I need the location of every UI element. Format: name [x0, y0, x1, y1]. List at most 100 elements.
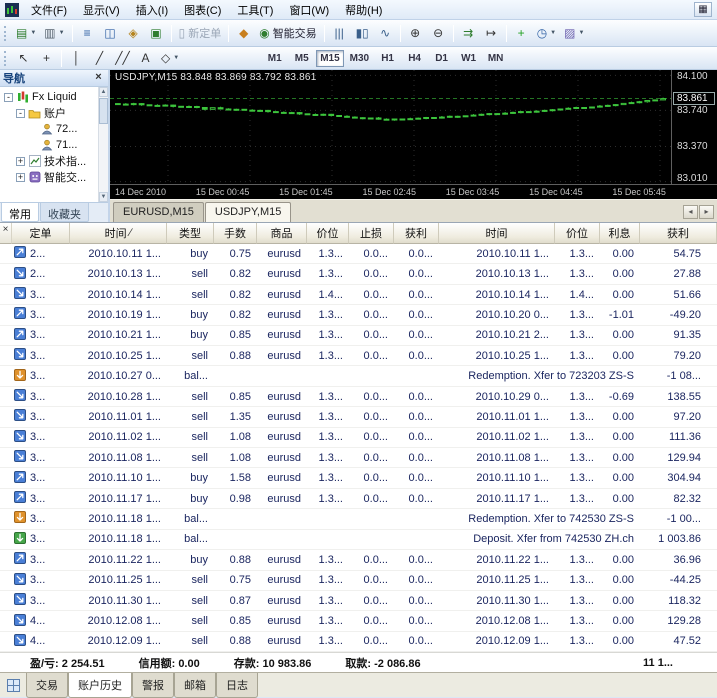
vertical-line-button[interactable]: │: [65, 48, 88, 69]
expand-icon[interactable]: +: [16, 172, 25, 182]
period-m30-button[interactable]: M30: [346, 50, 373, 67]
menu-tools[interactable]: 工具(T): [229, 0, 281, 21]
new-chart-button[interactable]: ▤ ▼: [12, 23, 40, 44]
chart-candles-button[interactable]: ▮▯: [351, 23, 374, 44]
chart-plot[interactable]: USDJPY,M15 83.848 83.869 83.792 83.861: [110, 70, 671, 184]
history-row[interactable]: 3... 2010.10.27 0... bal... Redemption. Xfe…: [0, 366, 717, 387]
auto-scroll-button[interactable]: ⇉: [457, 23, 480, 44]
periods-button[interactable]: ◷ ▼: [533, 23, 560, 44]
history-row[interactable]: 3... 2010.11.02 1... sell 1.08 eurusd 1.3... 0…: [0, 428, 717, 449]
navigator-close-icon[interactable]: ×: [92, 71, 105, 85]
scroll-up-icon[interactable]: ▲: [99, 87, 108, 97]
nav-tab-common[interactable]: 常用: [1, 203, 39, 222]
column-header-close-price[interactable]: 价位: [555, 223, 600, 244]
column-header-swap[interactable]: 利息: [600, 223, 640, 244]
column-header-order[interactable]: 定单: [12, 223, 70, 244]
column-header-profit[interactable]: 获利: [640, 223, 717, 244]
history-row[interactable]: 3... 2010.11.22 1... buy 0.88 eurusd 1.3... 0.…: [0, 550, 717, 571]
nav-account-72[interactable]: 72...: [2, 121, 97, 137]
column-header-stop-loss[interactable]: 止损: [349, 223, 394, 244]
history-row[interactable]: 3... 2010.10.28 1... sell 0.85 eurusd 1.3... 0…: [0, 387, 717, 408]
restore-window-button[interactable]: ▦: [694, 2, 712, 17]
scroll-down-icon[interactable]: ▼: [99, 192, 108, 202]
text-button[interactable]: A: [134, 48, 157, 69]
nav-tab-favorites[interactable]: 收藏夹: [40, 203, 89, 222]
column-header-open-price[interactable]: 价位: [307, 223, 349, 244]
history-row[interactable]: 3... 2010.11.01 1... sell 1.35 eurusd 1.3... 0…: [0, 407, 717, 428]
profiles-button[interactable]: ▥ ▼: [40, 23, 68, 44]
metaeditor-button[interactable]: ◆: [232, 23, 255, 44]
collapse-icon[interactable]: -: [4, 92, 13, 102]
collapse-icon[interactable]: -: [16, 108, 25, 118]
cursor-button[interactable]: ↖: [12, 48, 35, 69]
history-row[interactable]: 2... 2010.10.13 1... sell 0.82 eurusd 1.3... 0…: [0, 264, 717, 285]
history-row[interactable]: 3... 2010.10.14 1... sell 0.82 eurusd 1.4... 0…: [0, 285, 717, 306]
period-mn-button[interactable]: MN: [483, 50, 508, 67]
column-header-close-time[interactable]: 时间: [439, 223, 555, 244]
menu-file[interactable]: 文件(F): [23, 0, 75, 21]
chart-tab-eurusd[interactable]: EURUSD,M15: [113, 202, 204, 222]
zoom-out-button[interactable]: ⊖: [427, 23, 450, 44]
tab-journal[interactable]: 日志: [216, 672, 258, 698]
period-m15-button[interactable]: M15: [316, 49, 344, 67]
chart-area[interactable]: USDJPY,M15 83.848 83.869 83.792 83.861 8…: [110, 70, 717, 184]
history-row[interactable]: 2... 2010.10.11 1... buy 0.75 eurusd 1.3... 0.…: [0, 244, 717, 265]
menu-view[interactable]: 显示(V): [75, 0, 128, 21]
history-row[interactable]: 3... 2010.10.21 1... buy 0.85 eurusd 1.3... 0.…: [0, 326, 717, 347]
column-header-lots[interactable]: 手数: [214, 223, 257, 244]
terminal-button[interactable]: ▣: [145, 23, 168, 44]
history-row[interactable]: 3... 2010.10.19 1... buy 0.82 eurusd 1.3... 0.…: [0, 305, 717, 326]
nav-account-71[interactable]: 71...: [2, 137, 97, 153]
menu-help[interactable]: 帮助(H): [337, 0, 390, 21]
market-watch-button[interactable]: ≡: [76, 23, 99, 44]
history-row[interactable]: 3... 2010.11.18 1... bal... Redemption. Xfe…: [0, 509, 717, 530]
history-row[interactable]: 3... 2010.11.08 1... sell 1.08 eurusd 1.3... 0…: [0, 448, 717, 469]
expand-icon[interactable]: +: [16, 156, 25, 166]
trendline-button[interactable]: ╱: [88, 48, 111, 69]
equidistant-channel-button[interactable]: ╱╱: [111, 48, 134, 69]
chart-shift-button[interactable]: ↦: [480, 23, 503, 44]
period-m5-button[interactable]: M5: [289, 50, 314, 67]
history-row[interactable]: 3... 2010.10.25 1... sell 0.88 eurusd 1.3... 0…: [0, 346, 717, 367]
navigator-button[interactable]: ◈: [122, 23, 145, 44]
tab-account-history[interactable]: 账户历史: [68, 672, 132, 698]
column-header-type[interactable]: 类型: [167, 223, 214, 244]
history-row[interactable]: 3... 2010.11.30 1... sell 0.87 eurusd 1.3... 0…: [0, 591, 717, 612]
tabs-scroll-left-icon[interactable]: ◂: [683, 205, 698, 219]
history-row[interactable]: 4... 2010.12.09 1... sell 0.88 eurusd 1.3... 0…: [0, 632, 717, 653]
period-h4-button[interactable]: H4: [402, 50, 427, 67]
menu-window[interactable]: 窗口(W): [281, 0, 337, 21]
column-header-open-time[interactable]: 时间 ∕: [70, 223, 167, 244]
menu-insert[interactable]: 插入(I): [128, 0, 176, 21]
tab-trade[interactable]: 交易: [26, 672, 68, 698]
data-window-button[interactable]: ◫: [99, 23, 122, 44]
nav-accounts[interactable]: - 账户: [2, 105, 97, 121]
indicators-button[interactable]: +: [510, 23, 533, 44]
history-row[interactable]: 3... 2010.11.25 1... sell 0.75 eurusd 1.3... 0…: [0, 571, 717, 591]
history-row[interactable]: 3... 2010.11.10 1... buy 1.58 eurusd 1.3... 0.…: [0, 468, 717, 489]
scrollbar-thumb[interactable]: [99, 98, 108, 124]
column-header-symbol[interactable]: 商品: [257, 223, 307, 244]
crosshair-button[interactable]: +: [35, 48, 58, 69]
history-row[interactable]: 4... 2010.12.08 1... sell 0.85 eurusd 1.3... 0…: [0, 611, 717, 632]
column-header-take-profit[interactable]: 获利: [394, 223, 439, 244]
expert-advisors-button[interactable]: ◉ 智能交易: [255, 23, 320, 44]
new-order-button[interactable]: ▯ 新定单: [175, 23, 226, 44]
toolbar-grip[interactable]: [4, 25, 8, 41]
history-row[interactable]: 3... 2010.11.17 1... buy 0.98 eurusd 1.3... 0.…: [0, 489, 717, 510]
tab-mailbox[interactable]: 邮箱: [174, 672, 216, 698]
period-h1-button[interactable]: H1: [375, 50, 400, 67]
history-row[interactable]: 3... 2010.11.18 1... bal... Deposit. Xfer f…: [0, 530, 717, 551]
tabs-scroll-right-icon[interactable]: ▸: [699, 205, 714, 219]
chart-line-button[interactable]: ∿: [374, 23, 397, 44]
period-w1-button[interactable]: W1: [456, 50, 481, 67]
toolbar-grip-2[interactable]: [4, 50, 8, 66]
tab-alerts[interactable]: 警报: [132, 672, 174, 698]
chart-tab-usdjpy[interactable]: USDJPY,M15: [204, 202, 292, 222]
period-m1-button[interactable]: M1: [262, 50, 287, 67]
period-d1-button[interactable]: D1: [429, 50, 454, 67]
menu-charts[interactable]: 图表(C): [176, 0, 229, 21]
nav-indicators[interactable]: + 技术指...: [2, 153, 97, 169]
arrows-button[interactable]: ◇ ▼: [157, 48, 183, 69]
nav-experts[interactable]: + 智能交...: [2, 169, 97, 185]
